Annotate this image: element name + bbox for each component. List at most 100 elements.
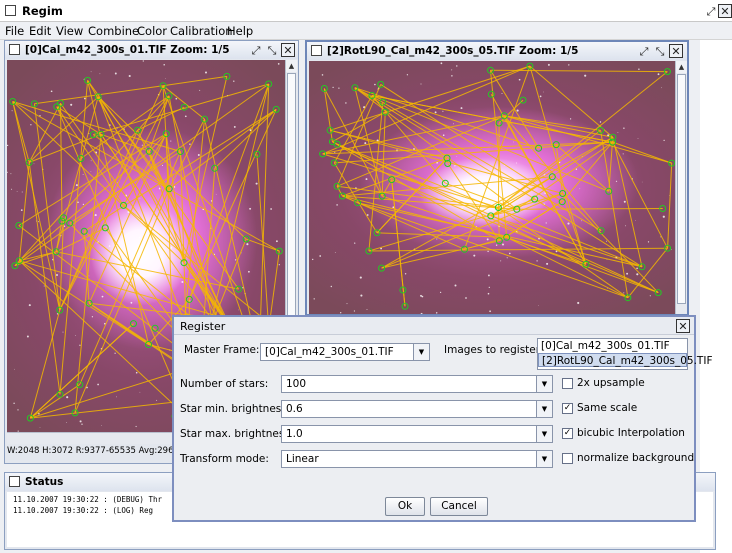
- close-icon[interactable]: ✕: [676, 319, 690, 333]
- background-star: [90, 71, 92, 73]
- number-of-stars-value: 100: [286, 378, 307, 390]
- background-star: [330, 285, 332, 288]
- frame-title-bar[interactable]: [0]Cal_m42_300s_01.TIF Zoom: 1/5 ⤢ ⤡ ✕: [5, 41, 298, 59]
- background-star: [39, 426, 41, 428]
- maximize-icon[interactable]: ⤢: [249, 43, 263, 57]
- minimize-icon[interactable]: ⤡: [265, 43, 279, 57]
- match-line: [529, 65, 587, 265]
- background-star: [625, 225, 627, 227]
- background-star: [312, 258, 314, 261]
- match-line: [12, 101, 61, 311]
- background-star: [82, 173, 84, 175]
- number-of-stars-label: Number of stars:: [180, 378, 269, 390]
- match-line: [12, 101, 181, 152]
- ok-button[interactable]: Ok: [385, 497, 425, 516]
- background-star: [199, 89, 201, 91]
- images-to-register-label: Images to register:: [444, 344, 544, 356]
- background-star: [404, 273, 407, 275]
- menu-calibration[interactable]: Calibration: [170, 24, 233, 38]
- background-star: [442, 134, 445, 136]
- number-of-stars-select[interactable]: 100 ▼: [281, 375, 553, 393]
- background-star: [577, 301, 580, 305]
- background-star: [161, 164, 164, 167]
- master-frame-select[interactable]: [0]Cal_m42_300s_01.TIF ▼: [260, 343, 430, 361]
- match-line: [336, 115, 505, 187]
- background-star: [454, 165, 456, 167]
- transform-mode-label: Transform mode:: [180, 453, 269, 465]
- background-star: [249, 207, 252, 210]
- star-max-brightness-value: 1.0: [286, 428, 303, 440]
- close-icon[interactable]: ✕: [281, 43, 295, 57]
- background-star: [501, 243, 505, 246]
- menu-view[interactable]: View: [56, 24, 83, 38]
- background-star: [545, 222, 547, 224]
- vertical-scrollbar[interactable]: ▲: [675, 61, 687, 314]
- chevron-down-icon[interactable]: ▼: [536, 401, 552, 417]
- background-star: [538, 304, 539, 306]
- list-item-image-0[interactable]: [0]Cal_m42_300s_01.TIF: [538, 339, 687, 353]
- chevron-down-icon[interactable]: ▼: [413, 344, 429, 360]
- background-star: [277, 63, 280, 65]
- restore-icon[interactable]: ⤢: [704, 4, 718, 18]
- background-star: [184, 115, 187, 118]
- normalize-background-label: normalize background: [577, 452, 695, 464]
- background-star: [605, 240, 607, 242]
- match-line: [19, 260, 149, 345]
- minimize-icon[interactable]: ⤡: [653, 44, 667, 58]
- background-star: [456, 65, 458, 67]
- bicubic-checkbox[interactable]: ✓: [562, 428, 573, 439]
- frame-title-bar[interactable]: [2]RotL90_Cal_m42_300s_05.TIF Zoom: 1/5 …: [307, 42, 687, 60]
- list-item-image-2[interactable]: [2]RotL90_Cal_m42_300s_05.TIF: [538, 353, 712, 367]
- menu-edit[interactable]: Edit: [29, 24, 51, 38]
- match-line: [162, 75, 227, 87]
- background-star: [189, 143, 191, 145]
- chevron-down-icon[interactable]: ▼: [536, 426, 552, 442]
- images-to-register-list[interactable]: [0]Cal_m42_300s_01.TIF [2]RotL90_Cal_m42…: [537, 338, 712, 370]
- background-star: [353, 310, 355, 312]
- detected-star-marker: [180, 103, 188, 111]
- scroll-up-icon[interactable]: ▲: [676, 61, 687, 73]
- detected-star-marker: [487, 90, 495, 98]
- close-icon[interactable]: ✕: [718, 4, 732, 18]
- background-star: [114, 352, 116, 354]
- background-star: [420, 312, 423, 314]
- image-view[interactable]: [309, 61, 675, 314]
- scroll-up-icon[interactable]: ▲: [286, 60, 297, 72]
- background-star: [233, 80, 235, 82]
- background-star: [88, 275, 90, 277]
- normalize-background-checkbox[interactable]: [562, 453, 573, 464]
- menu-combine[interactable]: Combine: [88, 24, 139, 38]
- background-star: [486, 238, 489, 241]
- match-line: [80, 95, 170, 159]
- background-star: [567, 222, 570, 225]
- transform-mode-select[interactable]: Linear ▼: [281, 450, 553, 468]
- match-line: [381, 112, 386, 197]
- menu-file[interactable]: File: [5, 24, 24, 38]
- menu-color[interactable]: Color: [137, 24, 167, 38]
- chevron-down-icon[interactable]: ▼: [536, 376, 552, 392]
- background-star: [62, 331, 64, 333]
- background-star: [233, 125, 236, 128]
- frame-title: [2]RotL90_Cal_m42_300s_05.TIF Zoom: 1/5: [327, 45, 579, 57]
- upsample-checkbox[interactable]: [562, 378, 573, 389]
- cancel-button[interactable]: Cancel: [430, 497, 488, 516]
- maximize-icon[interactable]: ⤢: [637, 44, 651, 58]
- star-min-brightness-select[interactable]: 0.6 ▼: [281, 400, 553, 418]
- scroll-thumb[interactable]: [677, 74, 686, 304]
- background-star: [420, 83, 422, 85]
- background-star: [657, 73, 660, 76]
- same-scale-checkbox[interactable]: ✓: [562, 403, 573, 414]
- chevron-down-icon[interactable]: ▼: [536, 451, 552, 467]
- background-star: [434, 111, 437, 114]
- background-star: [636, 267, 638, 270]
- log-line: 11.10.2007 19:30:22 : (DEBUG) Thr: [13, 495, 163, 504]
- background-star: [615, 180, 618, 182]
- dialog-title-bar[interactable]: Register ✕: [174, 317, 694, 335]
- background-star: [454, 284, 457, 287]
- close-icon[interactable]: ✕: [669, 44, 683, 58]
- background-star: [313, 298, 315, 300]
- background-star: [81, 423, 83, 425]
- background-star: [336, 204, 338, 206]
- menu-help[interactable]: Help: [227, 24, 253, 38]
- star-max-brightness-select[interactable]: 1.0 ▼: [281, 425, 553, 443]
